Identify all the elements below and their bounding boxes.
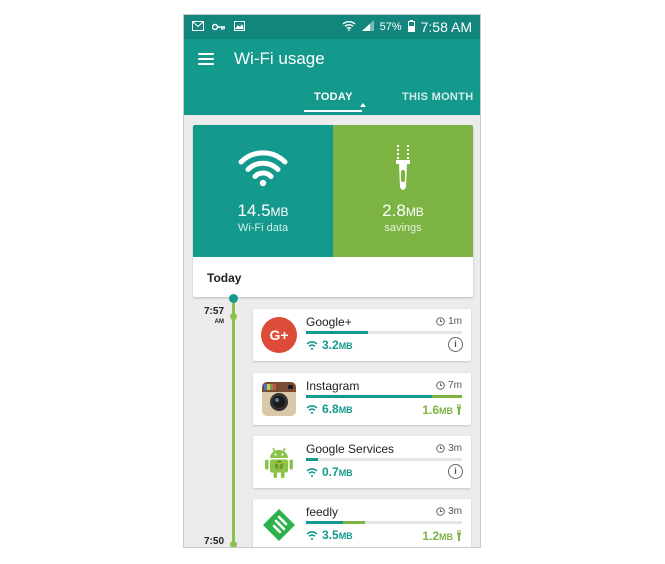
duration: 7m: [436, 380, 462, 391]
wifi-data-label: Wi-Fi data: [237, 222, 289, 234]
clock-icon: [436, 381, 445, 390]
tab-this-month[interactable]: THIS MONTH: [402, 91, 473, 103]
savings-amount: 1.6MB: [422, 403, 462, 417]
wifi-status-icon: [342, 20, 356, 34]
wifi-icon: [306, 404, 318, 414]
duration: 1m: [436, 316, 462, 327]
wifi-usage-fill: [306, 331, 369, 334]
duration: 3m: [436, 506, 462, 517]
wifi-data-amount: 3.5MB: [306, 528, 353, 542]
battery-label: 57%: [379, 21, 402, 33]
zipper-icon: [457, 404, 461, 415]
tab-dropdown-caret-icon[interactable]: [360, 103, 366, 107]
svg-text:G+: G+: [269, 327, 288, 343]
savings-fill: [432, 395, 462, 398]
tab-indicator: [304, 110, 362, 112]
zipper-icon: [457, 530, 461, 541]
wifi-icon: [306, 340, 318, 350]
wifi-usage-fill: [306, 458, 319, 461]
savings-value: 2.8MB: [382, 201, 424, 220]
google-plus-icon: G+: [261, 317, 297, 353]
android-icon: [265, 447, 293, 478]
wifi-data-panel[interactable]: 14.5MB Wi-Fi data: [193, 125, 333, 257]
timeline-dot: [230, 313, 237, 320]
savings-label: savings: [384, 222, 422, 234]
wifi-data-amount: 0.7MB: [306, 465, 353, 479]
duration: 3m: [436, 443, 462, 454]
clock-icon: [436, 317, 445, 326]
usage-bar: [306, 521, 462, 524]
clock-icon: [436, 507, 445, 516]
usage-bar: [306, 395, 462, 398]
page-title: Wi-Fi usage: [234, 49, 325, 68]
hamburger-menu-icon[interactable]: [198, 53, 214, 65]
feedly-icon: [263, 509, 295, 541]
timeline-end-time: 7:50: [204, 536, 225, 547]
usage-bar: [306, 458, 462, 461]
savings-amount: 1.2MB: [422, 529, 462, 543]
wifi-large-icon: [238, 150, 288, 187]
usage-summary-card: 14.5MB Wi-Fi data 2.8MB savings Today: [193, 125, 473, 297]
wifi-data-value: 14.5MB: [237, 201, 289, 220]
battery-icon: [407, 19, 415, 35]
timeline-start-dot: [229, 294, 238, 303]
gmail-icon: [192, 21, 204, 35]
timeline-line: [232, 298, 235, 547]
status-bar: 57% 7:58 AM: [184, 15, 480, 39]
image-icon: [234, 21, 245, 35]
app-name: feedly: [306, 505, 339, 519]
app-toolbar: Wi-Fi usage: [184, 39, 480, 79]
usage-bar: [306, 331, 462, 334]
signal-icon: [361, 20, 374, 34]
status-clock: 7:58 AM: [420, 19, 472, 35]
wifi-icon: [306, 467, 318, 477]
app-usage-card-google-services[interactable]: Google Services 3m 0.7MB i: [253, 436, 471, 488]
savings-fill: [343, 521, 366, 524]
timeline-start-time: 7:57 AM: [204, 306, 225, 326]
wifi-usage-fill: [306, 395, 433, 398]
clock-icon: [436, 444, 445, 453]
app-name: Google Services: [306, 442, 395, 456]
phone-screen: 57% 7:58 AM Wi-Fi usage TODAY THIS MONTH…: [183, 14, 481, 548]
wifi-data-amount: 6.8MB: [306, 402, 353, 416]
info-icon[interactable]: i: [448, 337, 463, 352]
app-name: Google+: [306, 315, 352, 329]
app-usage-card-instagram[interactable]: Instagram 7m 6.8MB 1.6MB: [253, 373, 471, 425]
app-name: Instagram: [306, 379, 360, 393]
wifi-icon: [306, 530, 318, 540]
instagram-icon: [262, 382, 296, 416]
timeline-dot: [230, 541, 237, 547]
savings-panel[interactable]: 2.8MB savings: [333, 125, 473, 257]
zipper-savings-icon: [396, 145, 410, 190]
app-usage-card-feedly[interactable]: feedly 3m 3.5MB 1.2MB: [253, 499, 471, 547]
tab-bar: TODAY THIS MONTH: [184, 79, 480, 115]
key-icon: [211, 21, 226, 35]
app-usage-card-google-plus[interactable]: G+ Google+ 1m 3.2MB i: [253, 309, 471, 361]
info-icon[interactable]: i: [448, 464, 463, 479]
tab-today[interactable]: TODAY: [314, 91, 353, 103]
wifi-usage-fill: [306, 521, 344, 524]
wifi-data-amount: 3.2MB: [306, 338, 353, 352]
period-label: Today: [207, 271, 242, 285]
